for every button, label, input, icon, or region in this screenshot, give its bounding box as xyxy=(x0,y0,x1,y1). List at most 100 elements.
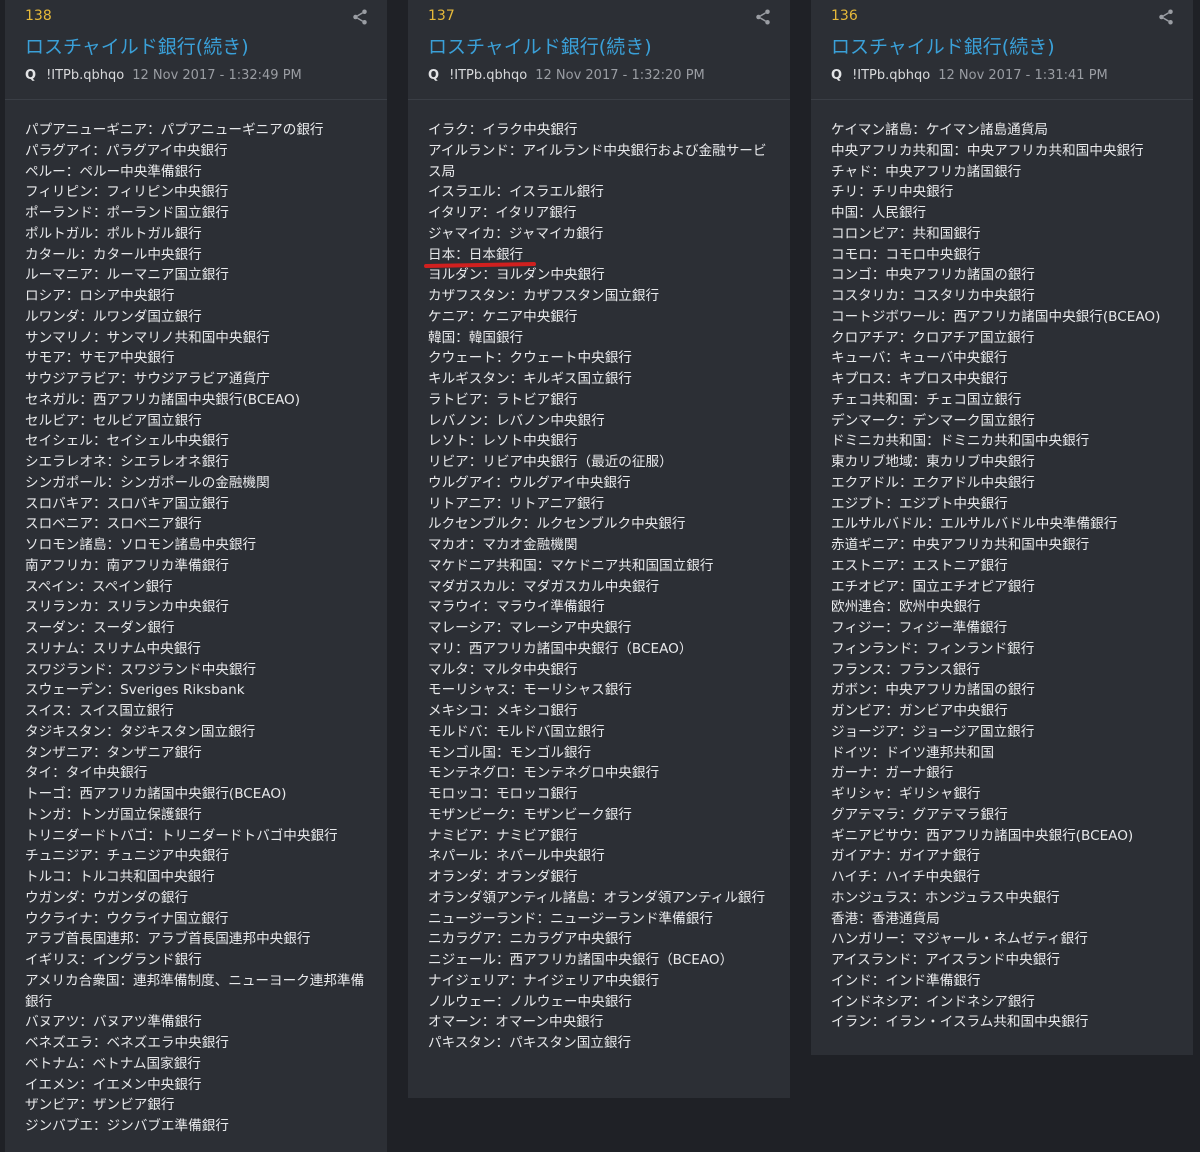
bank-list-item: ガンビア：ガンビア中央銀行 xyxy=(831,703,1008,719)
bank-list-item: サンマリノ：サンマリノ共和国中央銀行 xyxy=(25,329,270,346)
bank-list-item: トンガ：トンガ国立保護銀行 xyxy=(25,806,202,823)
bank-list-item: ルーマニア：ルーマニア国立銀行 xyxy=(25,267,229,284)
post-card-138: 138 ロスチャイルド銀行(続き) Q !ITPb.qbhqo 12 Nov 201… xyxy=(5,0,387,1152)
bank-list-item: バヌアツ：バヌアツ準備銀行 xyxy=(25,1014,202,1031)
bank-list-item: シンガポール：シンガポールの金融機関 xyxy=(25,474,270,491)
bank-list-item: 中央アフリカ共和国：中央アフリカ共和国中央銀行 xyxy=(831,142,1144,159)
bank-list-item: 中国：人民銀行 xyxy=(831,205,927,221)
post-number[interactable]: 138 xyxy=(25,8,52,24)
bank-list-item: ギニアビサウ：西アフリカ諸国中央銀行(BCEAO) xyxy=(831,827,1134,844)
bank-list-item: モザンビーク：モザンビーク銀行 xyxy=(428,806,632,823)
bank-list-item: ペルー：ペルー中央準備銀行 xyxy=(25,163,202,180)
bank-list-item: コスタリカ：コスタリカ中央銀行 xyxy=(831,288,1035,304)
bank-list-item: モンゴル国：モンゴル銀行 xyxy=(428,744,592,761)
bank-list-item: マルタ：マルタ中央銀行 xyxy=(428,661,578,678)
bank-list-item: モルドバ：モルドバ国立銀行 xyxy=(428,723,605,740)
bank-list-item: ニュージーランド：ニュージーランド準備銀行 xyxy=(428,910,713,927)
post-number[interactable]: 136 xyxy=(831,8,858,24)
bank-list-item: ハイチ：ハイチ中央銀行 xyxy=(831,869,980,885)
bank-list-item: 赤道ギニア：中央アフリカ共和国中央銀行 xyxy=(831,537,1090,553)
bank-list-item: パプアニューギニア：パプアニューギニアの銀行 xyxy=(25,122,324,138)
post-title[interactable]: ロスチャイルド銀行(続き) xyxy=(428,32,652,59)
post-header: 137 ロスチャイルド銀行(続き) Q !ITPb.qbhqo 12 Nov 201… xyxy=(408,0,790,100)
bank-list-item: コンゴ：中央アフリカ諸国の銀行 xyxy=(831,267,1035,284)
bank-list-item: トーゴ：西アフリカ諸国中央銀行(BCEAO) xyxy=(25,786,287,802)
bank-list-item: アメリカ合衆国：連邦準備制度、ニューヨーク連邦準備銀行 xyxy=(25,972,365,1010)
bank-list-item: レバノン：レバノン中央銀行 xyxy=(428,412,605,429)
share-icon[interactable] xyxy=(1157,8,1175,26)
bank-list-item: アイスランド：アイスランド中央銀行 xyxy=(831,952,1060,968)
bank-list-item: ベトナム：ベトナム国家銀行 xyxy=(25,1055,201,1072)
bank-list-item: ザンビア：ザンビア銀行 xyxy=(25,1097,175,1114)
bank-list-item: エストニア：エストニア銀行 xyxy=(831,557,1008,574)
bank-list-item: ポーランド：ポーランド国立銀行 xyxy=(25,205,229,221)
bank-list-item: フィンランド：フィンランド銀行 xyxy=(831,640,1035,657)
bank-list-item: マカオ：マカオ金融機関 xyxy=(428,537,578,553)
bank-list-item: リビア：リビア中央銀行（最近の征服） xyxy=(428,454,673,470)
author-label: Q xyxy=(428,68,440,83)
bank-list-item: ネパール：ネパール中央銀行 xyxy=(428,848,605,865)
bank-list-item: イタリア：イタリア銀行 xyxy=(428,205,577,221)
bank-list-item: ガイアナ：ガイアナ銀行 xyxy=(831,848,980,865)
bank-list-item: キプロス：キプロス中央銀行 xyxy=(831,371,1008,387)
bank-list-item: 韓国：韓国銀行 xyxy=(428,329,524,346)
bank-list-item: ギリシャ：ギリシャ銀行 xyxy=(831,786,981,802)
bank-list-item: デンマーク：デンマーク国立銀行 xyxy=(831,412,1035,429)
share-icon[interactable] xyxy=(351,8,369,26)
bank-list-item: ジャマイカ：ジャマイカ銀行 xyxy=(428,225,604,242)
bank-list-item: ルクセンブルク：ルクセンブルク中央銀行 xyxy=(428,516,686,533)
bank-list-item: リトアニア：リトアニア銀行 xyxy=(428,495,605,512)
share-icon[interactable] xyxy=(754,8,772,26)
bank-list-item: チャド：中央アフリカ諸国銀行 xyxy=(831,163,1022,180)
post-timestamp: 12 Nov 2017 - 1:31:41 PM xyxy=(938,68,1108,83)
post-header: 138 ロスチャイルド銀行(続き) Q !ITPb.qbhqo 12 Nov 201… xyxy=(5,0,387,100)
post-timestamp: 12 Nov 2017 - 1:32:20 PM xyxy=(535,68,705,83)
bank-list-item: ニカラグア：ニカラグア中央銀行 xyxy=(428,931,632,948)
post-card-137: 137 ロスチャイルド銀行(続き) Q !ITPb.qbhqo 12 Nov 201… xyxy=(408,0,790,1098)
bank-list-item: ウルグアイ：ウルグアイ中央銀行 xyxy=(428,474,631,491)
bank-list-item: ノルウェー：ノルウェー中央銀行 xyxy=(428,993,632,1010)
author-label: Q xyxy=(25,68,37,83)
bank-list-item: エジプト：エジプト中央銀行 xyxy=(831,495,1008,512)
bank-list-item: モロッコ：モロッコ銀行 xyxy=(428,786,578,802)
bank-list-item: ケイマン諸島：ケイマン諸島通貨局 xyxy=(831,122,1048,138)
bank-list-item: ソロモン諸島：ソロモン諸島中央銀行 xyxy=(25,537,257,553)
bank-list-item: レソト：レソト中央銀行 xyxy=(428,433,578,450)
bank-list-item: ドイツ：ドイツ連邦共和国 xyxy=(831,744,995,761)
bank-list-item: ドミニカ共和国：ドミニカ共和国中央銀行 xyxy=(831,433,1090,450)
bank-list-item: ウクライナ：ウクライナ国立銀行 xyxy=(25,910,229,927)
bank-list-item: ジョージア：ジョージア国立銀行 xyxy=(831,723,1035,740)
bank-list-item: スリランカ：スリランカ中央銀行 xyxy=(25,599,229,616)
bank-list-item: イスラエル：イスラエル銀行 xyxy=(428,184,604,201)
bank-list-item: イギリス：イングランド銀行 xyxy=(25,952,202,968)
bank-list-item: 欧州連合：欧州中央銀行 xyxy=(831,599,981,616)
bank-list-item: スワジランド：スワジランド中央銀行 xyxy=(25,661,257,678)
bank-list-item: モンテネグロ：モンテネグロ中央銀行 xyxy=(428,765,660,782)
bank-list-item: ナミビア：ナミビア銀行 xyxy=(428,827,578,844)
bank-list-item: マレーシア：マレーシア中央銀行 xyxy=(428,620,632,636)
bank-list-item: セネガル：西アフリカ諸国中央銀行(BCEAO) xyxy=(25,391,301,408)
post-title[interactable]: ロスチャイルド銀行(続き) xyxy=(25,32,249,59)
bank-list-item: ラトビア：ラトビア銀行 xyxy=(428,391,578,408)
bank-list-item: ベネズエラ：ベネズエラ中央銀行 xyxy=(25,1035,229,1051)
bank-list-item: スロバキア：スロバキア国立銀行 xyxy=(25,495,229,512)
bank-list-item: 香港：香港通貨局 xyxy=(831,910,940,927)
post-meta: Q !ITPb.qbhqo 12 Nov 2017 - 1:32:20 PM xyxy=(428,68,705,83)
post-header: 136 ロスチャイルド銀行(続き) Q !ITPb.qbhqo 12 Nov 201… xyxy=(811,0,1193,100)
bank-list-item: カタール：カタール中央銀行 xyxy=(25,246,202,263)
bank-list-item: インドネシア：インドネシア銀行 xyxy=(831,993,1035,1010)
post-card-136: 136 ロスチャイルド銀行(続き) Q !ITPb.qbhqo 12 Nov 201… xyxy=(811,0,1193,1055)
post-title[interactable]: ロスチャイルド銀行(続き) xyxy=(831,32,1055,59)
bank-list-item: マケドニア共和国：マケドニア共和国国立銀行 xyxy=(428,557,714,574)
bank-list-item: 南アフリカ：南アフリカ準備銀行 xyxy=(25,557,229,574)
bank-list-item: イラン：イラン・イスラム共和国中央銀行 xyxy=(831,1014,1089,1031)
bank-list-item: モーリシャス：モーリシャス銀行 xyxy=(428,682,632,699)
bank-list-item: チュニジア：チュニジア中央銀行 xyxy=(25,848,229,865)
bank-list-item: セイシェル：セイシェル中央銀行 xyxy=(25,433,229,450)
bank-list-item: サモア：サモア中央銀行 xyxy=(25,350,175,367)
bank-list-item: フィリピン：フィリピン中央銀行 xyxy=(25,184,229,201)
bank-list-item: クウェート：クウェート中央銀行 xyxy=(428,350,632,367)
bank-list-item: オマーン：オマーン中央銀行 xyxy=(428,1014,604,1031)
post-number[interactable]: 137 xyxy=(428,8,455,24)
bank-list-item: ルワンダ：ルワンダ国立銀行 xyxy=(25,308,202,325)
